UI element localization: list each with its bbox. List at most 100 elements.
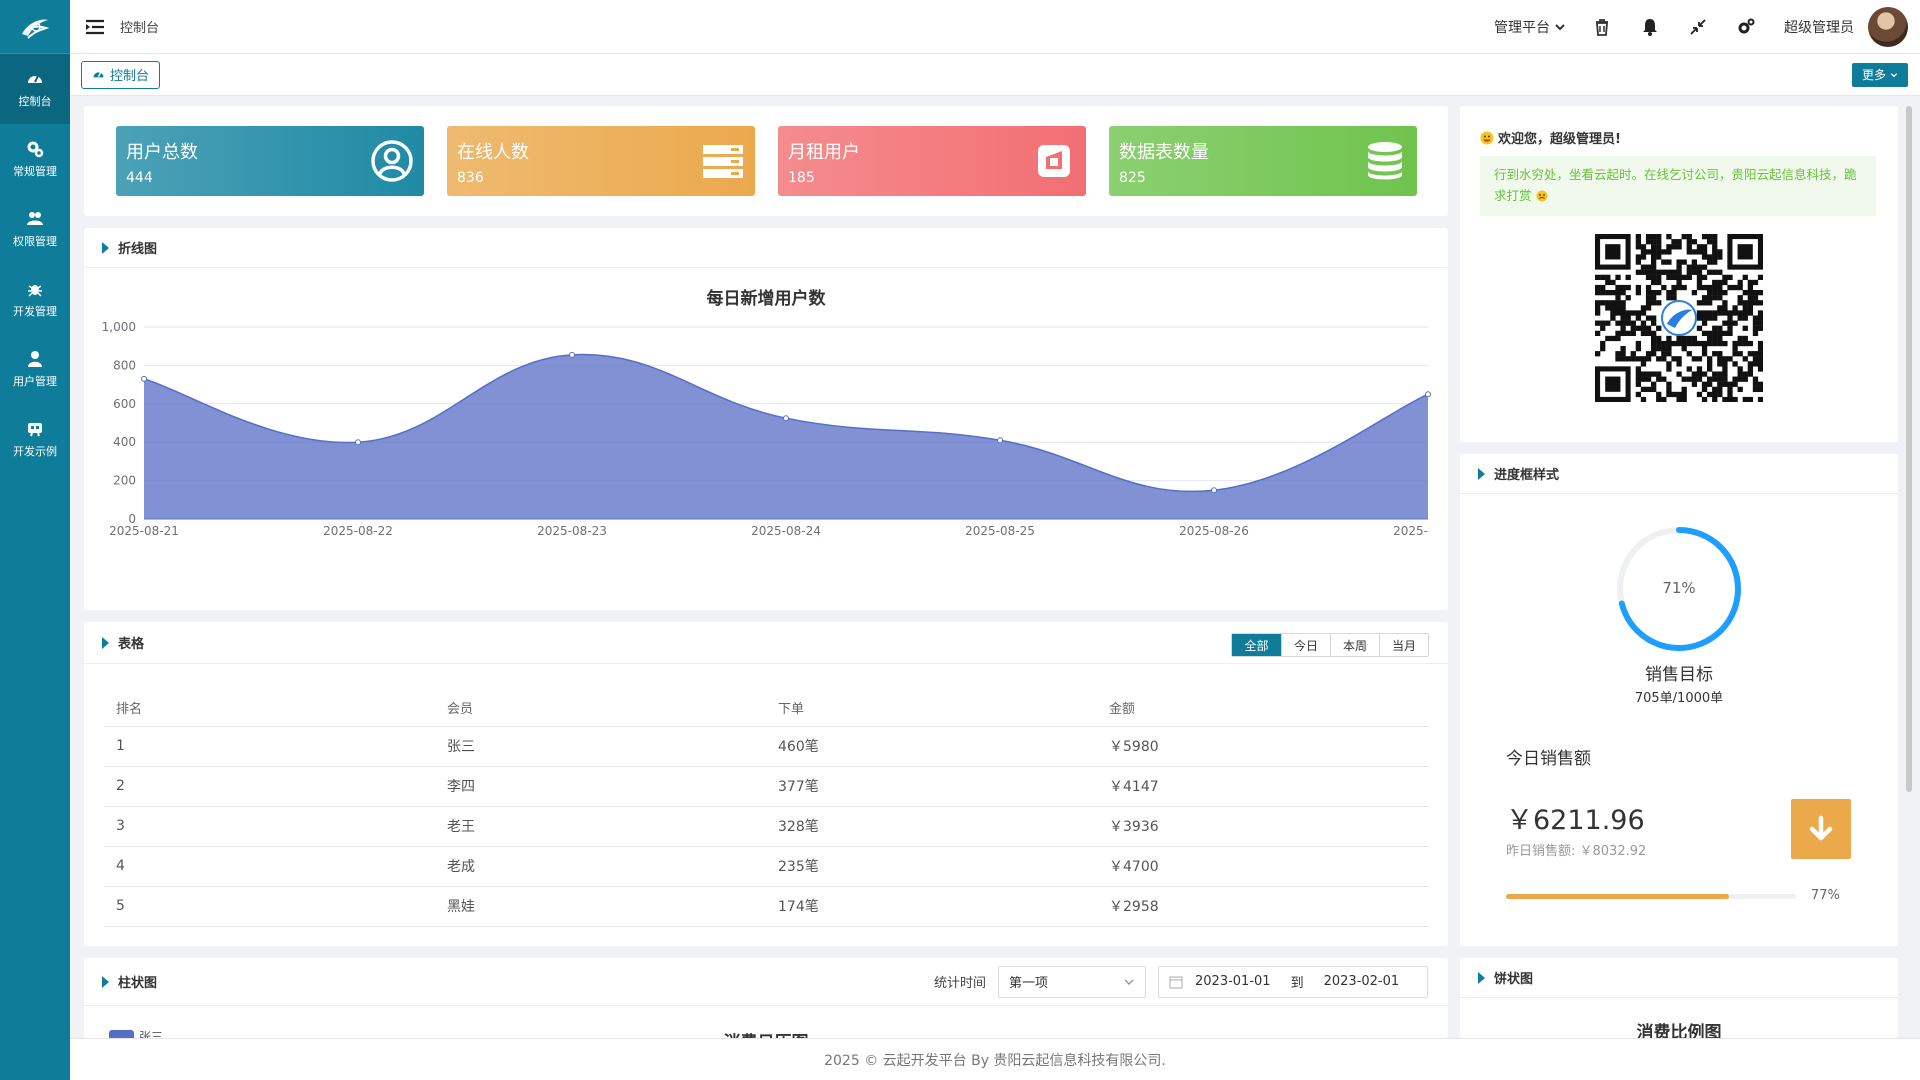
qr-module (1666, 351, 1672, 357)
chevron-down-icon (1124, 978, 1134, 985)
qr-module (1651, 234, 1657, 240)
qr-module (1671, 290, 1677, 296)
sidebar-item-examples[interactable]: 开发示例 (0, 404, 70, 474)
qr-module (1752, 330, 1759, 337)
qr-module (1757, 315, 1763, 321)
qr-module (1757, 366, 1763, 372)
qr-module (1681, 284, 1687, 291)
stat-card-tables[interactable]: 数据表数量 825 (1109, 126, 1417, 196)
table-cell: ￥4147 (1097, 766, 1428, 807)
qr-module (1645, 386, 1652, 393)
menu-toggle-icon[interactable] (84, 16, 106, 38)
qr-module (1595, 320, 1601, 326)
qr-module (1620, 305, 1626, 311)
date-range-picker[interactable]: 2023-01-01 到 2023-02-01 (1158, 965, 1428, 998)
qr-module (1661, 356, 1667, 362)
qr-module (1742, 310, 1748, 316)
sales-trend-badge (1791, 799, 1851, 859)
qr-module (1752, 279, 1759, 286)
welcome-title-row: 欢迎您，超级管理员! (1480, 128, 1621, 147)
qr-module (1676, 239, 1682, 245)
qr-module (1742, 305, 1748, 311)
bell-icon[interactable] (1640, 17, 1660, 37)
stat-time-label: 统计时间 (933, 976, 986, 991)
qr-module (1666, 234, 1672, 240)
column-header: 排名 (104, 690, 435, 727)
qr-module (1732, 346, 1738, 352)
qr-module (1727, 381, 1733, 387)
qr-module (1727, 356, 1733, 362)
qr-module (1656, 239, 1662, 245)
qr-module (1656, 290, 1662, 296)
qr-module (1656, 234, 1662, 240)
qr-module (1752, 356, 1759, 362)
item-select[interactable]: 第一项 (998, 965, 1146, 998)
caret-right-icon (1478, 971, 1485, 984)
username[interactable]: 超级管理员 (1784, 17, 1854, 37)
footer-text: 2025 © 云起开发平台 By 贵阳云起信息科技有限公司. (824, 1052, 1166, 1069)
bar-chart-title: 消费日历图 (84, 1028, 1448, 1038)
qr-module (1732, 310, 1738, 316)
qr-module (1747, 396, 1754, 402)
scrollbar-thumb[interactable] (1906, 106, 1912, 792)
stat-card-total-users[interactable]: 用户总数 444 (116, 126, 424, 196)
sidebar-item-dashboard[interactable]: 控制台 (0, 54, 70, 124)
filter-month[interactable]: 当月 (1379, 634, 1428, 656)
caret-right-icon (102, 241, 109, 254)
qr-module (1717, 335, 1723, 342)
qr-module (1681, 386, 1687, 393)
qr-module (1747, 366, 1754, 372)
sidebar-item-users[interactable]: 用户管理 (0, 334, 70, 404)
qr-module (1722, 310, 1728, 316)
qr-module (1656, 391, 1662, 398)
app-logo[interactable] (0, 0, 70, 54)
qr-module (1640, 386, 1647, 393)
qr-module (1656, 279, 1662, 286)
gears-icon[interactable] (1736, 17, 1756, 37)
more-button[interactable]: 更多 (1851, 62, 1908, 87)
table-cell: 3 (104, 806, 435, 847)
qr-module (1630, 325, 1636, 331)
data-point (1425, 391, 1431, 398)
qr-module (1651, 295, 1657, 301)
qr-module (1757, 290, 1763, 296)
panel-title: 进度框样式 (1494, 468, 1560, 483)
compress-icon[interactable] (1688, 17, 1708, 37)
qr-module (1625, 274, 1631, 281)
qr-module (1620, 346, 1626, 352)
tab-dashboard[interactable]: 控制台 (81, 60, 161, 89)
platform-dropdown[interactable]: 管理平台 (1494, 17, 1566, 37)
select-value: 第一项 (1009, 976, 1049, 991)
sidebar-item-permissions[interactable]: 权限管理 (0, 194, 70, 264)
qr-module (1722, 305, 1728, 311)
y-tick-label: 600 (113, 397, 136, 411)
qr-module (1742, 290, 1748, 296)
qr-module (1707, 315, 1713, 321)
stat-card-online[interactable]: 在线人数 836 (447, 126, 755, 196)
panel-title: 折线图 (118, 242, 158, 257)
qr-module (1656, 335, 1662, 342)
qr-module (1742, 371, 1748, 377)
table-cell: 328笔 (766, 806, 1097, 847)
window-icon (1038, 145, 1070, 177)
sidebar-item-label: 常规管理 (13, 164, 57, 178)
filter-all[interactable]: 全部 (1232, 634, 1281, 656)
qr-module (1671, 284, 1677, 291)
qr-module (1717, 391, 1723, 398)
sidebar-item-general[interactable]: 常规管理 (0, 124, 70, 194)
trash-icon[interactable] (1592, 17, 1612, 37)
qr-module (1691, 239, 1698, 245)
qr-module (1671, 274, 1677, 281)
qr-module (1651, 239, 1657, 245)
qr-module (1640, 264, 1647, 270)
filter-today[interactable]: 今日 (1281, 634, 1330, 656)
sidebar-item-dev[interactable]: 开发管理 (0, 264, 70, 334)
qr-module (1747, 284, 1754, 291)
qr-module (1610, 300, 1616, 306)
avatar[interactable] (1868, 6, 1908, 47)
filter-week[interactable]: 本周 (1330, 634, 1379, 656)
yesterday-sales: 昨日销售额: ￥8032.92 (1506, 844, 1647, 859)
qr-module (1620, 315, 1626, 321)
qr-module (1712, 396, 1718, 402)
stat-card-monthly[interactable]: 月租用户 185 (778, 126, 1086, 196)
